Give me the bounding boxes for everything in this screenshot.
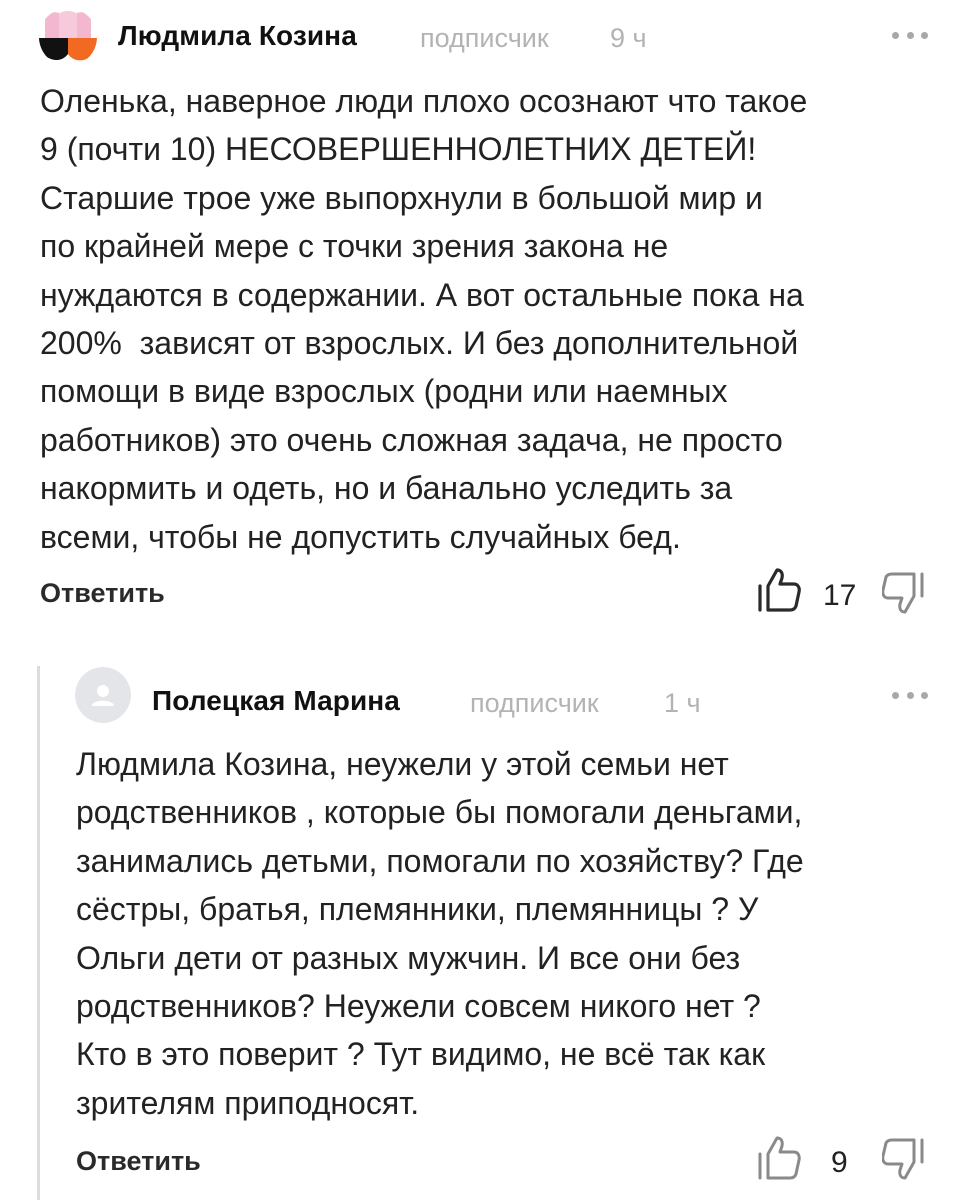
thumbs-up-icon (758, 568, 801, 612)
thumbs-up-icon (758, 1136, 801, 1180)
reply-button[interactable]: Ответить (76, 1146, 201, 1177)
comment-text: Оленька, наверное люди плохо осознают чт… (40, 83, 808, 555)
like-count: 9 (831, 1146, 848, 1179)
subscriber-badge: подписчик (470, 688, 599, 718)
thread-line (37, 666, 40, 1200)
comment-time: 9 ч (610, 23, 647, 53)
like-button[interactable] (756, 1134, 802, 1182)
comment-time: 1 ч (664, 688, 701, 718)
dislike-button[interactable] (882, 1136, 926, 1182)
dislike-button[interactable] (882, 570, 926, 616)
thumbs-down-icon (882, 572, 924, 614)
author-name[interactable]: Полецкая Марина (152, 685, 400, 717)
like-button[interactable] (756, 566, 802, 614)
thumbs-down-icon (882, 1138, 924, 1180)
subscriber-badge: подписчик (420, 23, 549, 53)
more-options-icon[interactable] (892, 28, 928, 42)
like-count: 17 (823, 579, 857, 612)
default-user-avatar-icon (75, 667, 131, 723)
comment-text: Людмила Козина, неужели у этой семьи нет… (76, 746, 804, 1121)
author-avatar[interactable] (39, 8, 97, 66)
author-avatar[interactable] (75, 667, 131, 723)
tulip-avatar-icon (39, 8, 97, 66)
author-name[interactable]: Людмила Козина (118, 20, 357, 52)
reply-button[interactable]: Ответить (40, 578, 165, 609)
more-options-icon[interactable] (892, 688, 928, 702)
